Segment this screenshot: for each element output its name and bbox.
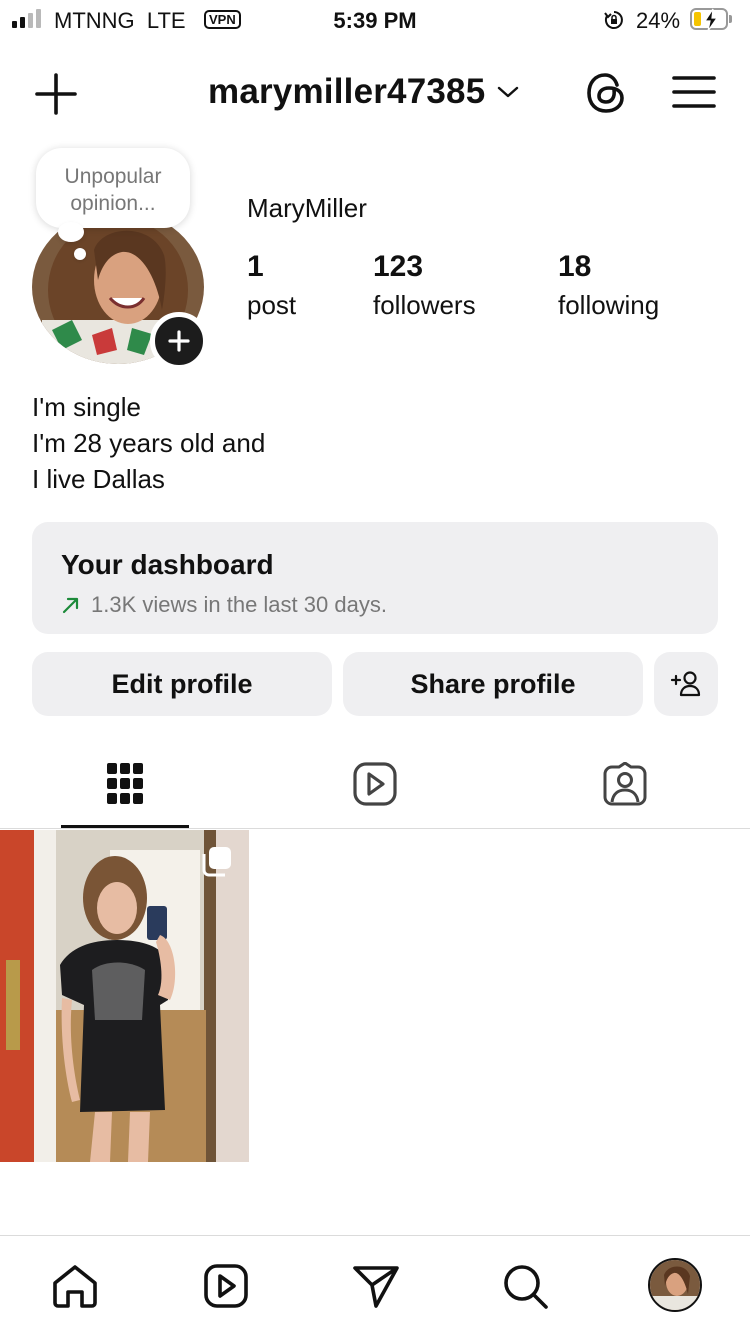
- note-bubble-tail-dot: [74, 248, 86, 260]
- note-bubble[interactable]: Unpopular opinion...: [36, 148, 190, 228]
- share-profile-button[interactable]: Share profile: [343, 652, 643, 716]
- battery-icon: [690, 8, 728, 32]
- post-thumbnail[interactable]: [0, 830, 249, 1162]
- trending-up-icon: [62, 597, 79, 614]
- followers-count[interactable]: 123 followers: [373, 250, 476, 321]
- bottom-navigation: [0, 1235, 750, 1334]
- home-icon: [53, 1265, 97, 1308]
- plus-icon: [168, 330, 190, 352]
- nav-reels[interactable]: [200, 1260, 252, 1312]
- reels-icon: [353, 762, 397, 806]
- note-text-line2: opinion...: [70, 192, 156, 215]
- chevron-down-icon: [498, 86, 519, 98]
- display-name: MaryMiller: [247, 193, 367, 223]
- nav-search[interactable]: [499, 1260, 551, 1312]
- following-count-label: following: [558, 290, 660, 320]
- nav-messages[interactable]: [350, 1260, 402, 1312]
- tab-grid[interactable]: [61, 740, 189, 828]
- posts-count-label: post: [247, 290, 297, 320]
- add-story-button[interactable]: [150, 312, 208, 370]
- send-icon: [353, 1266, 399, 1308]
- edit-profile-button[interactable]: Edit profile: [32, 652, 332, 716]
- note-bubble-tail: [58, 222, 84, 242]
- bio-line: I'm single: [32, 392, 142, 422]
- discover-people-button[interactable]: [654, 652, 718, 716]
- add-person-icon: [670, 671, 701, 697]
- account-switcher[interactable]: marymiller47385: [208, 70, 519, 114]
- followers-count-label: followers: [373, 290, 476, 320]
- plus-icon[interactable]: [34, 72, 78, 116]
- nav-profile[interactable]: [648, 1258, 702, 1312]
- tagged-icon: [603, 762, 647, 806]
- tab-reels[interactable]: [312, 740, 438, 828]
- profile-content-tabs: [0, 740, 750, 829]
- posts-count[interactable]: 1 post: [247, 250, 296, 321]
- nav-home[interactable]: [49, 1260, 101, 1312]
- profile-avatar-icon: [650, 1260, 700, 1310]
- username: marymiller47385: [208, 72, 486, 111]
- rotation-lock-icon: [604, 11, 623, 29]
- menu-icon[interactable]: [672, 74, 716, 110]
- note-text-line1: Unpopular: [64, 165, 162, 188]
- bio-line: I live Dallas: [32, 464, 165, 494]
- profile-bio: I'm single I'm 28 years old and I live D…: [32, 389, 265, 497]
- status-bar: MTNNG LTE VPN 5:39 PM 24%: [0, 0, 750, 40]
- professional-dashboard[interactable]: Your dashboard 1.3K views in the last 30…: [32, 522, 718, 634]
- search-icon: [504, 1265, 548, 1309]
- dashboard-views-text: 1.3K views in the last 30 days.: [91, 592, 387, 617]
- battery-percent: 24%: [636, 8, 681, 33]
- dashboard-title: Your dashboard: [61, 549, 274, 580]
- dashboard-subtitle: 1.3K views in the last 30 days.: [61, 592, 387, 618]
- posts-count-value: 1: [247, 250, 264, 283]
- following-count[interactable]: 18 following: [558, 250, 659, 321]
- grid-icon: [107, 763, 143, 804]
- battery-nub: [729, 15, 732, 23]
- bio-line: I'm 28 years old and: [32, 428, 266, 458]
- reels-icon: [204, 1264, 248, 1308]
- profile-header: marymiller47385: [0, 60, 750, 124]
- multiple-photos-icon: [202, 847, 231, 877]
- threads-icon[interactable]: [584, 70, 628, 116]
- tab-tagged[interactable]: [562, 740, 688, 828]
- followers-count-value: 123: [373, 250, 424, 283]
- following-count-value: 18: [558, 250, 592, 283]
